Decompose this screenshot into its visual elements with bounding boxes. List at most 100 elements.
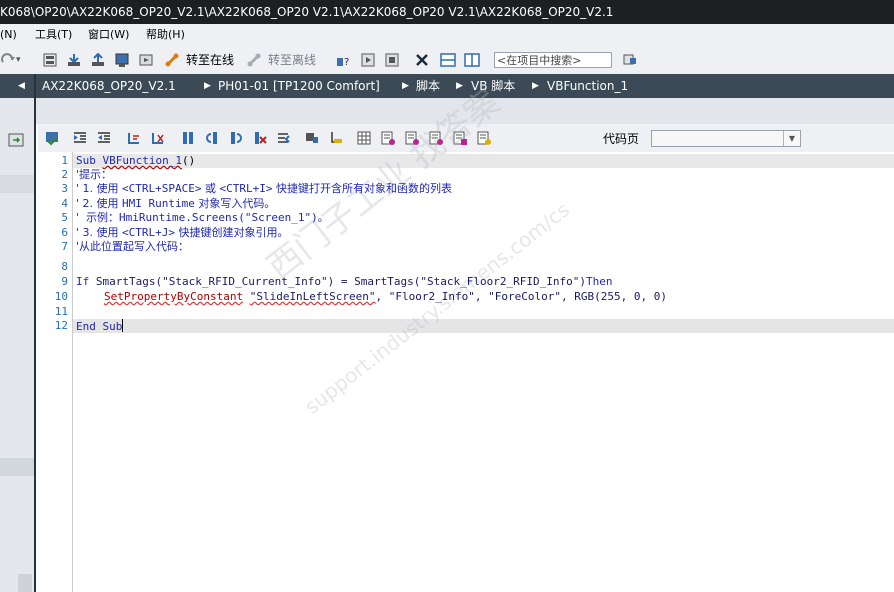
breadcrumb-item-project[interactable]: AX22K068_OP20_V2.1: [42, 74, 176, 98]
comment-text: <CTRL+SPACE>: [122, 182, 202, 195]
line-number: 10: [54, 290, 68, 303]
code-text: SmartTags("Stack_RFID_Current_Info") = S…: [95, 275, 586, 288]
project-tree-pane[interactable]: [0, 98, 35, 592]
go-online-icon[interactable]: [164, 52, 180, 68]
simulation-icon[interactable]: [138, 52, 154, 68]
comment-text: ' 示例：: [76, 211, 120, 224]
pane-divider[interactable]: [34, 74, 36, 592]
comment-text: HMI Runtime: [122, 197, 195, 210]
breadcrumb: ◀ AX22K068_OP20_V2.1 ▶ PH01-01 [TP1200 C…: [0, 74, 894, 98]
keyword: Then: [585, 275, 613, 288]
compile-icon[interactable]: [42, 52, 58, 68]
comment-text: ' 3. 使用: [76, 226, 123, 239]
line-number: 1: [61, 154, 68, 167]
split-horizontal-icon[interactable]: [440, 52, 456, 68]
keyword: If: [76, 275, 96, 288]
code-line-12[interactable]: End Sub: [76, 319, 124, 334]
bookmark-icon[interactable]: [180, 130, 196, 146]
code-line-7[interactable]: '从此位置起写入代码：: [76, 240, 189, 254]
function-call: SetPropertyByConstant: [104, 290, 244, 303]
breadcrumb-separator-icon: ▶: [204, 81, 211, 91]
line-number: 7: [61, 240, 68, 253]
gutter-divider: [72, 152, 73, 592]
comment-text: <CTRL+I>: [219, 182, 273, 195]
keyword: Sub: [76, 154, 103, 167]
delete-bookmarks-icon[interactable]: [252, 130, 268, 146]
tag-reference-icon[interactable]: [304, 130, 320, 146]
uncomment-icon[interactable]: [150, 130, 166, 146]
stop-runtime-icon[interactable]: [384, 52, 400, 68]
menu-item-tools[interactable]: 工具(T): [35, 24, 72, 46]
table-icon[interactable]: [356, 130, 372, 146]
breadcrumb-separator-icon: ▶: [402, 81, 409, 91]
dropdown-arrow-icon[interactable]: ▾: [16, 52, 21, 68]
line-number: 4: [61, 197, 68, 210]
code-line-1[interactable]: Sub VBFunction_1(): [76, 154, 195, 168]
comment-text: <CTRL+J>: [122, 226, 175, 239]
search-project-icon[interactable]: [622, 52, 638, 68]
code-line-3[interactable]: ' 1. 使用 <CTRL+SPACE> 或 <CTRL+I> 快捷键打开含所有…: [76, 182, 452, 196]
line-number: 2: [61, 168, 68, 181]
device-icon[interactable]: [114, 52, 130, 68]
menu-item-help[interactable]: 帮助(H): [146, 24, 185, 46]
comment-text: ' 2. 使用: [76, 197, 123, 210]
code-line-9[interactable]: If SmartTags("Stack_RFID_Current_Info") …: [76, 275, 612, 289]
tree-row[interactable]: [0, 175, 34, 193]
main-toolbar: ▾ 转至在线 转至离线 ?: [0, 46, 894, 74]
go-online-button[interactable]: 转至在线: [186, 52, 234, 68]
code-line-5[interactable]: ' 示例：HmiRuntime.Screens("Screen_1")。: [76, 211, 329, 225]
breadcrumb-separator-icon: ▶: [532, 81, 539, 91]
tree-scrollbar[interactable]: [18, 574, 32, 592]
highlight-line-1: [73, 154, 894, 168]
code-page-select[interactable]: ▼: [651, 130, 801, 147]
line-number: 12: [54, 319, 68, 332]
code-page-label: 代码页: [603, 132, 640, 146]
line-number: 3: [61, 182, 68, 195]
accessible-devices-icon[interactable]: ?: [336, 52, 352, 68]
breadcrumb-item-device[interactable]: PH01-01 [TP1200 Comfort]: [218, 74, 380, 98]
line-number: 8: [61, 260, 68, 273]
start-runtime-icon[interactable]: [360, 52, 376, 68]
code-text: , "Floor2_Info", "ForeColor", RGB(255, 0…: [375, 290, 667, 303]
go-offline-icon[interactable]: [246, 52, 262, 68]
next-bookmark-icon[interactable]: [228, 130, 244, 146]
download-icon[interactable]: [66, 52, 82, 68]
comment-text: 快捷键打开含所有对象和函数的列表: [272, 182, 452, 195]
upload-icon[interactable]: [90, 52, 106, 68]
redo-icon[interactable]: [0, 52, 16, 68]
breadcrumb-item-scripts[interactable]: 脚本: [416, 74, 440, 98]
prev-bookmark-icon[interactable]: [204, 130, 220, 146]
breadcrumb-item-function[interactable]: VBFunction_1: [547, 74, 628, 98]
comment-icon[interactable]: [126, 130, 142, 146]
comment-text: 或: [201, 182, 220, 195]
find-icon[interactable]: [276, 130, 292, 146]
tree-row-selected[interactable]: [0, 458, 34, 476]
indent-icon[interactable]: [72, 130, 88, 146]
menu-item-window[interactable]: 窗口(W): [88, 24, 129, 46]
comment-text: 。: [317, 211, 329, 224]
code-line-4[interactable]: ' 2. 使用 HMI Runtime 对象写入代码。: [76, 197, 275, 211]
line-number: 9: [61, 275, 68, 288]
line-number: 6: [61, 226, 68, 239]
line-number: 11: [54, 305, 68, 318]
text-cursor: [122, 319, 124, 332]
go-offline-button[interactable]: 转至离线: [268, 52, 316, 68]
split-vertical-icon[interactable]: [464, 52, 480, 68]
code-line-2[interactable]: '提示：: [76, 168, 112, 182]
comment-text: HmiRuntime.Screens("Screen_1"): [119, 211, 318, 224]
chevron-down-icon[interactable]: ▼: [783, 131, 800, 146]
outdent-icon[interactable]: [96, 130, 112, 146]
menu-bar: (N) 工具(T) 窗口(W) 帮助(H): [0, 24, 894, 46]
window-title: K068\OP20\AX22K068_OP20_V2.1\AX22K068_OP…: [0, 5, 614, 19]
code-line-6[interactable]: ' 3. 使用 <CTRL+J> 快捷键创建对象引用。: [76, 226, 289, 240]
menu-item-n[interactable]: (N): [0, 24, 17, 46]
comment-text: 快捷键创建对象引用。: [175, 226, 289, 239]
pane-icon[interactable]: [8, 132, 24, 148]
code-line-10[interactable]: SetPropertyByConstant "SlideInLeftScreen…: [104, 290, 667, 304]
collapse-arrow-icon[interactable]: ◀: [18, 74, 25, 98]
save-check-icon[interactable]: [44, 130, 60, 146]
goto-icon[interactable]: [328, 130, 344, 146]
close-icon[interactable]: [414, 52, 430, 68]
project-search-input[interactable]: <在项目中搜索>: [494, 52, 612, 68]
